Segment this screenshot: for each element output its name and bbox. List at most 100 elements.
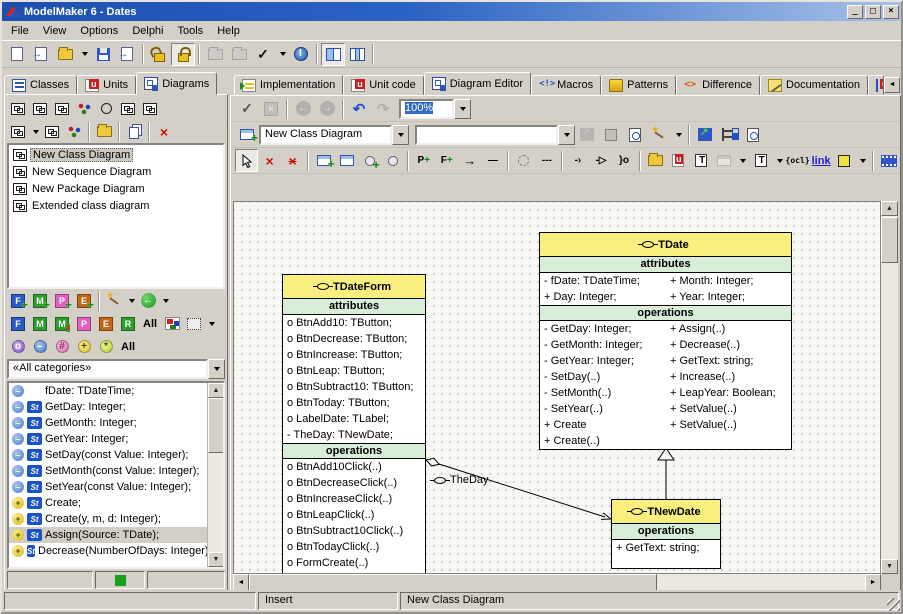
diagram-tree-item[interactable]: New Package Diagram bbox=[9, 180, 223, 197]
globe-icon[interactable] bbox=[289, 43, 313, 66]
use-case-diagram-icon[interactable] bbox=[95, 98, 117, 119]
filter-methods-icon[interactable]: M bbox=[29, 313, 51, 334]
sequence-diagram-icon[interactable] bbox=[29, 98, 51, 119]
diagram-selector-value[interactable]: New Class Diagram bbox=[259, 125, 392, 145]
aggregation-tool-icon[interactable]: }o bbox=[612, 149, 635, 172]
open-folder-dropdown[interactable] bbox=[77, 43, 91, 66]
navigate-back-icon[interactable]: ← bbox=[137, 290, 159, 311]
tab-difference[interactable]: <>Difference bbox=[676, 75, 760, 95]
open-folder-icon[interactable] bbox=[53, 43, 77, 66]
filter-events-icon[interactable]: E bbox=[95, 313, 117, 334]
kind-all-label[interactable]: All bbox=[143, 318, 157, 330]
member-list-item[interactable]: –StSetDay(const Value: Integer); bbox=[9, 447, 207, 463]
image-filter-icon[interactable] bbox=[161, 313, 183, 334]
add-interface-icon[interactable] bbox=[358, 149, 381, 172]
member-list-item[interactable]: –StGetDay: Integer; bbox=[9, 399, 207, 415]
add-event-icon[interactable]: E bbox=[73, 290, 95, 311]
filter-resolution-icon[interactable]: R bbox=[117, 313, 139, 334]
diagram-selector-combo[interactable]: New Class Diagram bbox=[259, 125, 409, 145]
resize-grip[interactable] bbox=[887, 598, 900, 611]
layout-left-icon[interactable] bbox=[321, 43, 345, 66]
find-in-diagram-icon[interactable] bbox=[623, 123, 647, 146]
text-symbol-icon[interactable] bbox=[690, 149, 713, 172]
dependency-tool-icon[interactable]: -› bbox=[566, 149, 589, 172]
link-tool-icon[interactable]: link bbox=[810, 149, 833, 172]
member-list-item[interactable]: +StAssign(Source: TDate); bbox=[9, 527, 207, 543]
canvas-hscroll-thumb[interactable] bbox=[249, 574, 657, 591]
print-preview-icon[interactable] bbox=[741, 123, 765, 146]
tab-diagram-editor[interactable]: Diagram Editor bbox=[424, 72, 531, 95]
category-combo-dropdown[interactable] bbox=[208, 359, 225, 379]
association-label[interactable]: TheDay bbox=[434, 474, 489, 486]
new-document-icon[interactable] bbox=[5, 43, 29, 66]
filter-fields-icon[interactable]: F bbox=[7, 313, 29, 334]
menu-delphi[interactable]: Delphi bbox=[125, 23, 170, 39]
collaboration-diagram-icon[interactable] bbox=[73, 98, 95, 119]
scroll-thumb[interactable] bbox=[208, 398, 224, 453]
check-dropdown[interactable] bbox=[275, 43, 289, 66]
diagram-selector-dropdown[interactable] bbox=[392, 125, 409, 145]
diagram-tree-item[interactable]: Extended class diagram bbox=[9, 197, 223, 214]
visibility-published-icon[interactable]: o bbox=[7, 336, 29, 357]
text-doc-symbol-icon[interactable] bbox=[749, 149, 772, 172]
add-property-icon[interactable]: P bbox=[51, 290, 73, 311]
snippet-dropdown[interactable] bbox=[736, 149, 749, 172]
delete-tool-icon[interactable]: × bbox=[258, 149, 281, 172]
tab-units[interactable]: Units bbox=[77, 75, 136, 95]
delete-all-tool-icon[interactable]: × bbox=[281, 149, 304, 172]
open-project-icon[interactable] bbox=[29, 43, 53, 66]
member-list-item[interactable]: +StCreate(y, m, d: Integer); bbox=[9, 511, 207, 527]
maximize-button[interactable]: □ bbox=[865, 5, 881, 19]
association-tool-icon[interactable]: → bbox=[458, 149, 481, 172]
delete-diagram-icon[interactable]: × bbox=[153, 121, 175, 142]
member-list-item[interactable]: –StSetMonth(const Value: Integer); bbox=[9, 463, 207, 479]
state-diagram-icon[interactable] bbox=[117, 98, 139, 119]
member-list-item[interactable]: +StDecrease(NumberOfDays: Integer); bbox=[9, 543, 207, 559]
canvas-scroll-down[interactable]: ▼ bbox=[881, 559, 898, 574]
tab-documentation[interactable]: Documentation bbox=[760, 75, 868, 95]
layout-columns-icon[interactable] bbox=[345, 43, 369, 66]
canvas-vscroll-thumb[interactable] bbox=[881, 217, 898, 263]
mind-map-icon[interactable] bbox=[63, 121, 85, 142]
filter-properties-icon[interactable]: P bbox=[73, 313, 95, 334]
tab-classes[interactable]: Classes bbox=[4, 75, 77, 95]
diagram-wizard-dropdown[interactable] bbox=[671, 123, 685, 146]
unlock-icon[interactable] bbox=[147, 43, 171, 66]
add-annotation-icon[interactable] bbox=[335, 149, 358, 172]
shortcut-icon[interactable] bbox=[693, 123, 717, 146]
zoom-value[interactable]: 100% bbox=[405, 102, 433, 114]
add-class-symbol-icon[interactable] bbox=[312, 149, 335, 172]
zoom-dropdown[interactable] bbox=[454, 99, 471, 119]
save-icon[interactable] bbox=[91, 43, 115, 66]
tab-patterns[interactable]: Patterns bbox=[601, 75, 676, 95]
visibility-private-icon[interactable]: – bbox=[29, 336, 51, 357]
save-special-icon[interactable] bbox=[115, 43, 139, 66]
menu-options[interactable]: Options bbox=[73, 23, 125, 39]
close-button[interactable]: × bbox=[883, 5, 899, 19]
member-list-item[interactable]: –StGetYear: Integer; bbox=[9, 431, 207, 447]
member-wizard-icon[interactable] bbox=[103, 290, 125, 311]
class-symbol-tnewdate[interactable]: TNewDateoperations+ GetText: string; bbox=[611, 499, 721, 569]
inheritance-tool-icon[interactable]: -▷ bbox=[589, 149, 612, 172]
undo-icon[interactable]: ↶ bbox=[347, 97, 371, 120]
member-wizard-dropdown[interactable] bbox=[125, 290, 137, 311]
diagram-tree-item[interactable]: New Sequence Diagram bbox=[9, 163, 223, 180]
view-filter-value[interactable] bbox=[415, 125, 558, 145]
menu-view[interactable]: View bbox=[36, 23, 74, 39]
category-combo[interactable]: «All categories» bbox=[7, 359, 225, 379]
add-package-symbol-icon[interactable]: P+ bbox=[412, 149, 435, 172]
line-tool-icon[interactable]: — bbox=[481, 149, 504, 172]
style-tool-icon[interactable] bbox=[833, 149, 856, 172]
scroll-up-button[interactable]: ▲ bbox=[208, 383, 224, 398]
add-field-icon[interactable]: F bbox=[7, 290, 29, 311]
canvas-horizontal-scrollbar[interactable]: ◄ ► bbox=[233, 574, 881, 591]
tab-partial[interactable] bbox=[868, 75, 884, 95]
class-diagram-icon[interactable] bbox=[7, 98, 29, 119]
diagram-wizard-icon[interactable] bbox=[647, 123, 671, 146]
class-symbol-tdate[interactable]: TDateattributes- fDate: TDateTime;+ Mont… bbox=[539, 232, 792, 450]
style-dropdown[interactable] bbox=[856, 149, 869, 172]
activity-diagram-icon[interactable] bbox=[139, 98, 161, 119]
member-list-scrollbar[interactable]: ▲ ▼ bbox=[207, 383, 223, 567]
member-list-item[interactable]: –fDate: TDateTime; bbox=[9, 383, 207, 399]
menu-file[interactable]: File bbox=[4, 23, 36, 39]
